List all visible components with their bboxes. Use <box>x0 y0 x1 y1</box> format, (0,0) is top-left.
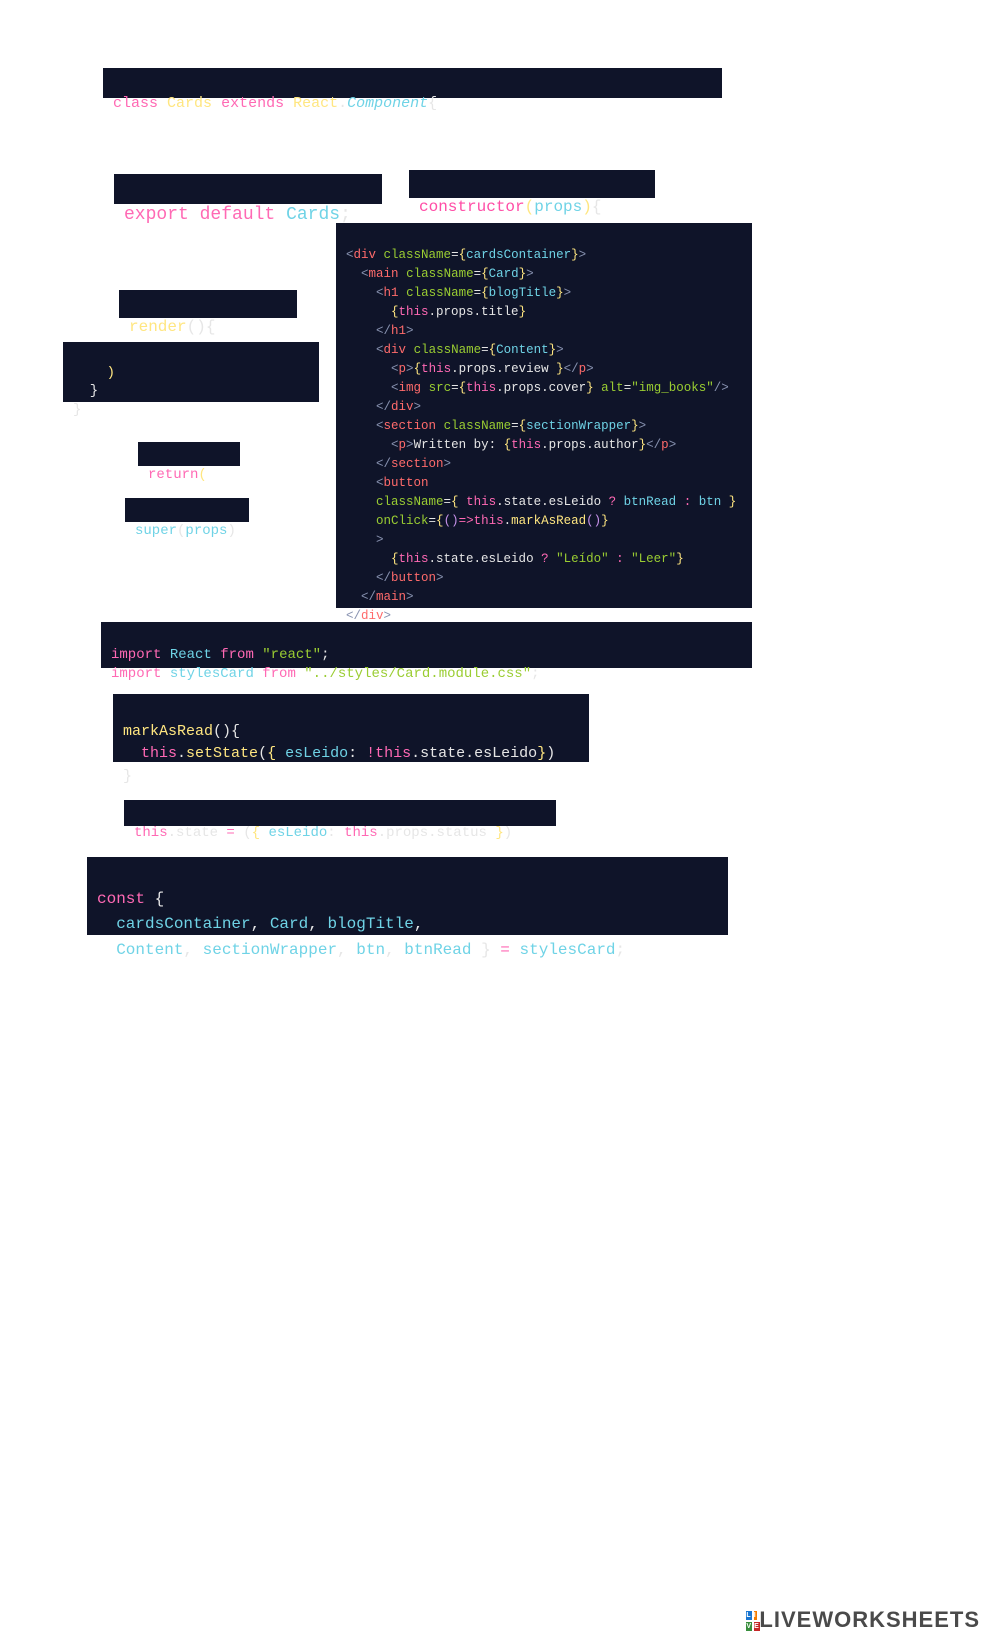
code-block-super[interactable]: super(props) <box>125 498 249 522</box>
code-block-markasread[interactable]: markAsRead(){ this.setState({ esLeido: !… <box>113 694 589 762</box>
footer-brand-text: LIVEWORKSHEETS <box>759 1607 980 1633</box>
code-block-const[interactable]: const { cardsContainer, Card, blogTitle,… <box>87 857 728 935</box>
code-block-imports[interactable]: import React from "react"; import styles… <box>101 622 752 668</box>
code-block-export[interactable]: export default Cards; <box>114 174 382 204</box>
code-block-class-decl[interactable]: class Cards extends React.Component{ <box>103 68 722 98</box>
brand-icon: LI VE <box>744 1609 755 1631</box>
code-block-thisstate[interactable]: this.state = ({ esLeido: this.props.stat… <box>124 800 556 826</box>
code-block-constructor[interactable]: constructor(props){ <box>409 170 655 198</box>
code-block-return[interactable]: return( <box>138 442 240 466</box>
code-block-jsx[interactable]: <div className={cardsContainer}> <main c… <box>336 223 752 608</box>
footer-brand: LI VE LIVEWORKSHEETS <box>744 1607 980 1633</box>
code-block-closing[interactable]: ) } } <box>63 342 319 402</box>
code-block-render[interactable]: render(){ <box>119 290 297 318</box>
